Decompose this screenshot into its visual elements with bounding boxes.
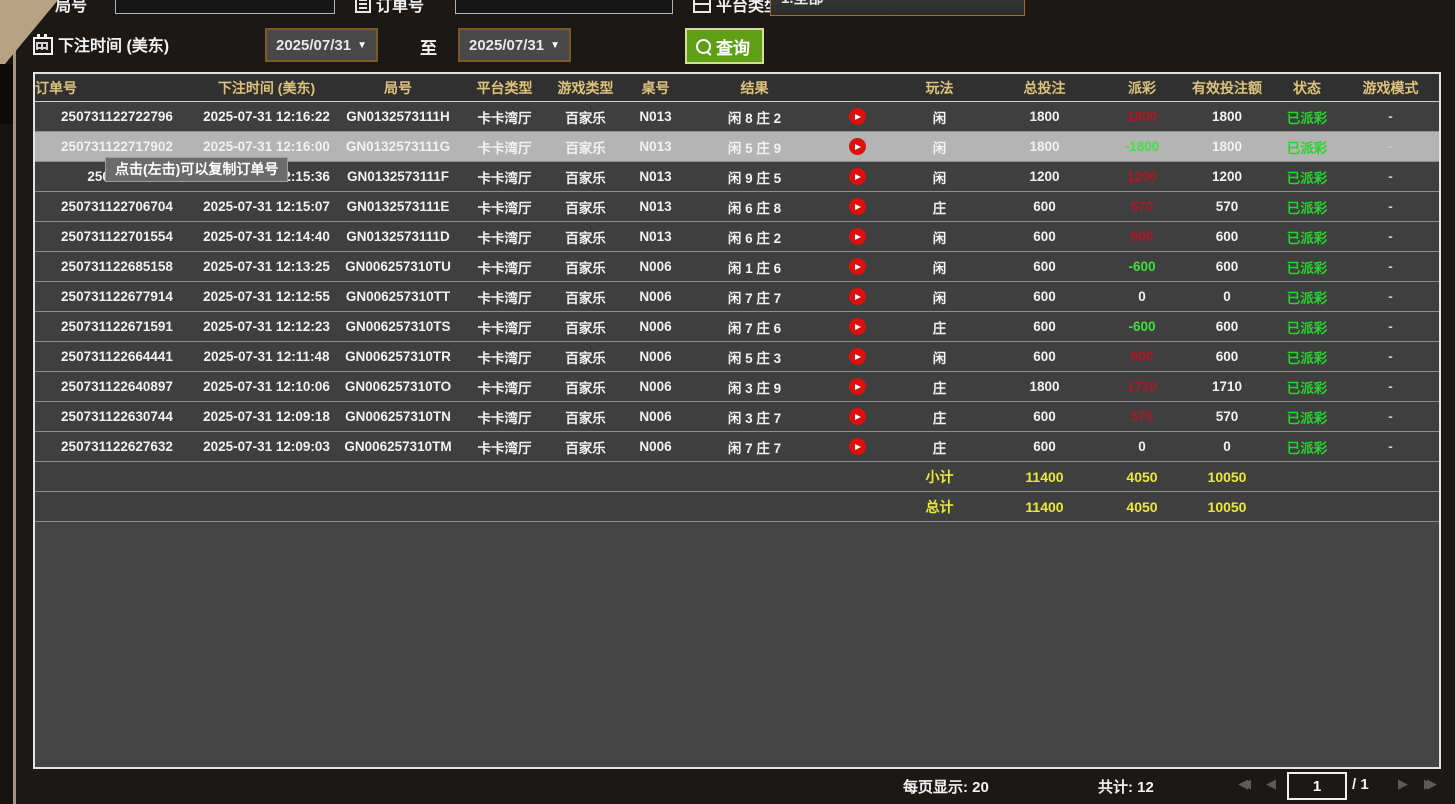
list-icon [355, 0, 371, 13]
bet-time-label: 下注时间 (美东) [33, 32, 169, 56]
footer-bar: 每页显示: 20 共计: 12 ◀◀ ◀ / 1 ▶ ▶▶ [0, 770, 1455, 804]
round-number-input[interactable] [115, 0, 335, 14]
play-icon[interactable] [849, 288, 866, 305]
platform-type-label: 平台类型 [693, 0, 780, 16]
total-row: 总计11400405010050 [35, 492, 1439, 522]
col-header: 游戏类型 [547, 74, 624, 102]
chevron-down-icon: ▼ [550, 40, 560, 51]
first-page-icon[interactable]: ◀◀ [1238, 776, 1251, 792]
col-header: 桌号 [624, 74, 687, 102]
page-total-label: / 1 [1352, 776, 1369, 793]
play-icon[interactable] [849, 438, 866, 455]
play-icon[interactable] [849, 198, 866, 215]
table-row[interactable]: 2507311226715912025-07-31 12:12:23GN0062… [35, 312, 1439, 342]
col-header: 总投注 [987, 74, 1102, 102]
last-page-icon[interactable]: ▶▶ [1424, 776, 1437, 792]
play-icon[interactable] [849, 138, 866, 155]
table-row[interactable]: 2507311227015542025-07-31 12:14:40GN0132… [35, 222, 1439, 252]
order-number-input[interactable] [455, 0, 673, 14]
table-row[interactable]: 2507311226276322025-07-31 12:09:03GN0062… [35, 432, 1439, 462]
calendar-icon [33, 37, 53, 55]
next-page-icon[interactable]: ▶ [1398, 776, 1408, 792]
date-to-picker[interactable]: 2025/07/31 ▼ [458, 28, 571, 62]
chevron-down-icon: ▼ [1004, 0, 1014, 3]
orders-table: 订单号下注时间 (美东)局号平台类型游戏类型桌号结果 玩法总投注派彩有效投注额状态… [35, 74, 1439, 522]
date-range-to-label: 至 [420, 34, 437, 59]
table-row[interactable]: 2507311227227962025-07-31 12:16:22GN0132… [35, 102, 1439, 132]
col-header: 订单号 [35, 74, 199, 102]
left-accent-line [13, 0, 16, 804]
play-icon[interactable] [849, 108, 866, 125]
query-button[interactable]: 查询 [685, 28, 764, 64]
col-header: 结果 [687, 74, 822, 102]
col-header [822, 74, 892, 102]
table-header-row: 订单号下注时间 (美东)局号平台类型游戏类型桌号结果 玩法总投注派彩有效投注额状态… [35, 74, 1439, 102]
col-header: 有效投注额 [1182, 74, 1272, 102]
play-icon[interactable] [849, 168, 866, 185]
play-icon[interactable] [849, 378, 866, 395]
play-icon[interactable] [849, 228, 866, 245]
chevron-down-icon: ▼ [357, 40, 367, 51]
copy-order-tooltip: 点击(左击)可以复制订单号 [105, 157, 288, 182]
table-row[interactable]: 2507311227067042025-07-31 12:15:07GN0132… [35, 192, 1439, 222]
prev-page-icon[interactable]: ◀ [1266, 776, 1276, 792]
table-row[interactable]: 2507311226644412025-07-31 12:11:48GN0062… [35, 342, 1439, 372]
betting-records-page: ◇ 局号 订单号 平台类型 1.全部 ▼ 下注时间 (美东) 2025/07/3… [0, 0, 1455, 804]
table-row[interactable]: 2507311226408972025-07-31 12:10:06GN0062… [35, 372, 1439, 402]
per-page-label: 每页显示: 20 [903, 776, 989, 797]
table-row[interactable]: 2507311226779142025-07-31 12:12:55GN0062… [35, 282, 1439, 312]
play-icon[interactable] [849, 318, 866, 335]
col-header: 玩法 [892, 74, 987, 102]
page-number-input[interactable] [1287, 772, 1347, 800]
filter-bar: ◇ 局号 订单号 平台类型 1.全部 ▼ 下注时间 (美东) 2025/07/3… [15, 0, 1455, 72]
platform-icon [693, 0, 711, 13]
date-from-picker[interactable]: 2025/07/31 ▼ [265, 28, 378, 62]
subtotal-row: 小计11400405010050 [35, 462, 1439, 492]
platform-type-select[interactable]: 1.全部 ▼ [770, 0, 1025, 16]
table-row[interactable]: 2507311226307442025-07-31 12:09:18GN0062… [35, 402, 1439, 432]
col-header: 游戏模式 [1342, 74, 1439, 102]
col-header: 派彩 [1102, 74, 1182, 102]
corner-shadow [0, 64, 13, 124]
col-header: 下注时间 (美东) [199, 74, 334, 102]
results-table-area: 订单号下注时间 (美东)局号平台类型游戏类型桌号结果 玩法总投注派彩有效投注额状态… [33, 72, 1441, 769]
play-icon[interactable] [849, 408, 866, 425]
play-icon[interactable] [849, 348, 866, 365]
col-header: 平台类型 [462, 74, 547, 102]
play-icon[interactable] [849, 258, 866, 275]
col-header: 局号 [334, 74, 462, 102]
order-number-label: 订单号 [355, 0, 424, 16]
table-row[interactable]: 2507311226851582025-07-31 12:13:25GN0062… [35, 252, 1439, 282]
search-icon [696, 39, 711, 54]
col-header: 状态 [1272, 74, 1342, 102]
total-count-label: 共计: 12 [1098, 776, 1154, 797]
